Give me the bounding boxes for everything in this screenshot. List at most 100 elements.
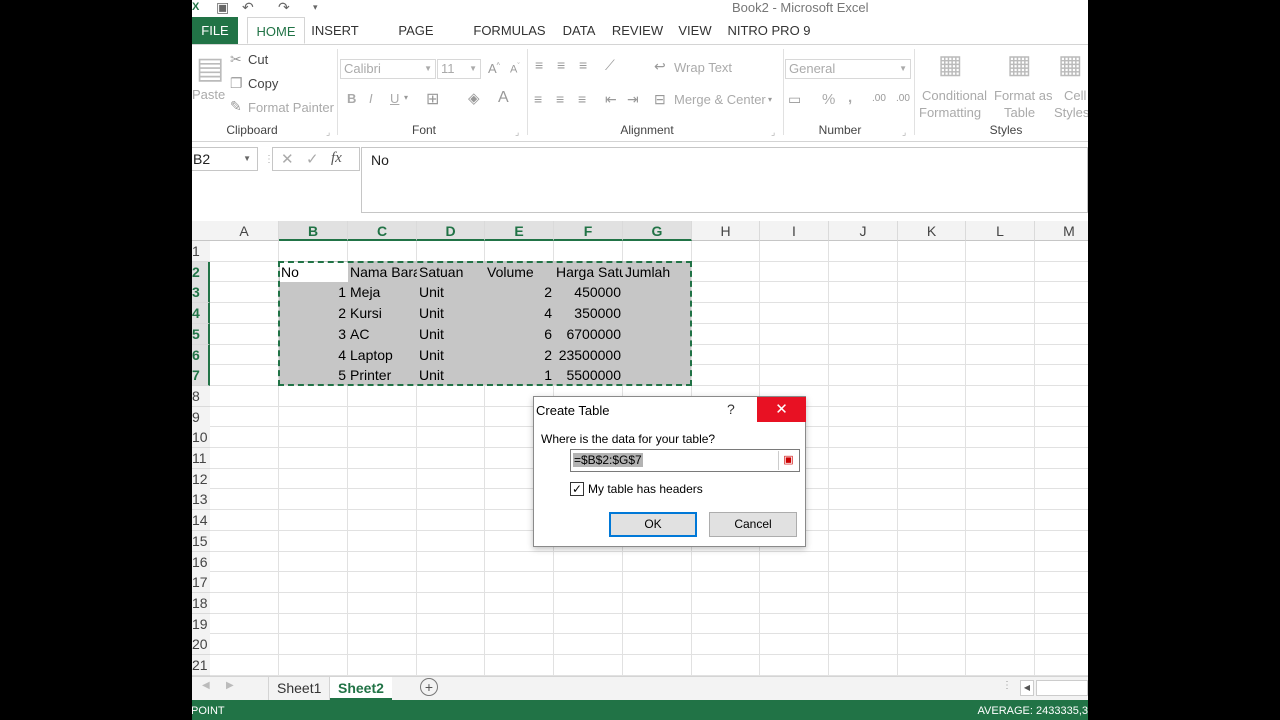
tab-view[interactable]: VIEW (675, 17, 715, 44)
paste-icon[interactable]: ▤ (196, 51, 224, 86)
tab-nitro-pro[interactable]: NITRO PRO 9 (727, 17, 811, 44)
row-header-19[interactable]: 19 (192, 613, 210, 635)
row-header-7[interactable]: 7 (192, 365, 210, 387)
column-header-g[interactable]: G (623, 221, 692, 241)
row-header-18[interactable]: 18 (192, 592, 210, 614)
bold-button[interactable]: B (347, 91, 356, 106)
formula-input[interactable]: No (361, 147, 1088, 213)
splitter-grip-icon[interactable]: ⋮ (1002, 680, 1012, 691)
cancel-entry-icon[interactable]: ✕ (281, 150, 294, 168)
conditional-formatting-icon[interactable]: ▦ (938, 49, 963, 80)
tab-insert[interactable]: INSERT (310, 17, 360, 44)
font-color-icon[interactable]: A (498, 89, 509, 107)
align-bottom-icon[interactable]: ≡ (579, 57, 587, 73)
column-header-i[interactable]: I (760, 221, 829, 241)
column-header-c[interactable]: C (348, 221, 417, 241)
row-header-3[interactable]: 3 (192, 282, 210, 304)
save-icon[interactable]: ▣ (216, 0, 229, 15)
decrease-indent-icon[interactable]: ⇤ (605, 91, 617, 108)
scroll-right-icon[interactable]: ▶ (226, 680, 234, 691)
center-icon[interactable]: ≡ (556, 91, 564, 107)
align-middle-icon[interactable]: ≡ (557, 57, 565, 73)
conditional-formatting-button-line2[interactable]: Formatting (919, 105, 981, 120)
range-input[interactable]: =$B$2:$G$7 ▣ (570, 449, 800, 472)
row-header-17[interactable]: 17 (192, 572, 210, 594)
tab-page-layout[interactable]: PAGE LAYOUT (372, 17, 460, 66)
wrap-text-button[interactable]: Wrap Text (674, 60, 732, 75)
merge-center-button[interactable]: Merge & Center (674, 92, 766, 107)
chevron-down-icon[interactable]: ▾ (768, 95, 772, 104)
column-header-m[interactable]: M (1035, 221, 1088, 241)
column-header-l[interactable]: L (966, 221, 1035, 241)
font-name-select[interactable]: Calibri ▼ (340, 59, 436, 79)
row-header-1[interactable]: 1 (192, 241, 210, 262)
name-box[interactable]: B2 ▼ (192, 147, 258, 171)
increase-indent-icon[interactable]: ⇥ (627, 91, 639, 108)
cell-styles-icon[interactable]: ▦ (1058, 49, 1083, 80)
italic-button[interactable]: I (369, 91, 373, 106)
row-header-14[interactable]: 14 (192, 510, 210, 532)
increase-decimal-icon[interactable]: .00 (872, 93, 886, 104)
borders-icon[interactable]: ⊞ (426, 89, 439, 109)
percent-style-button[interactable]: % (822, 91, 835, 108)
column-header-h[interactable]: H (692, 221, 760, 241)
align-left-icon[interactable]: ≡ (534, 91, 542, 107)
row-header-15[interactable]: 15 (192, 530, 210, 552)
font-launcher-icon[interactable]: ⌟ (515, 127, 519, 138)
column-header-k[interactable]: K (898, 221, 966, 241)
scroll-left-icon[interactable]: ◀ (202, 680, 210, 691)
shrink-font-icon[interactable]: Aˇ (510, 63, 520, 76)
row-header-8[interactable]: 8 (192, 385, 210, 407)
format-painter-button[interactable]: Format Painter (248, 100, 334, 115)
row-header-4[interactable]: 4 (192, 303, 210, 325)
ok-button[interactable]: OK (609, 512, 697, 537)
decrease-decimal-icon[interactable]: .00 (896, 93, 910, 104)
tab-formulas[interactable]: FORMULAS (472, 17, 547, 44)
row-header-2[interactable]: 2 (192, 261, 210, 283)
number-format-select[interactable]: General ▼ (785, 59, 911, 79)
cell-styles-button-line2[interactable]: Styles (1054, 105, 1088, 120)
orientation-icon[interactable]: ⟋ (605, 57, 615, 74)
number-launcher-icon[interactable]: ⌟ (902, 127, 906, 138)
column-header-b[interactable]: B (279, 221, 348, 241)
help-button[interactable]: ? (727, 401, 735, 417)
add-sheet-icon[interactable]: + (420, 678, 438, 696)
column-header-f[interactable]: F (554, 221, 623, 241)
align-right-icon[interactable]: ≡ (578, 91, 586, 107)
conditional-formatting-button[interactable]: Conditional (922, 88, 987, 103)
horizontal-scrollbar[interactable] (1036, 680, 1088, 696)
row-header-11[interactable]: 11 (192, 448, 210, 469)
format-as-table-icon[interactable]: ▦ (1007, 49, 1032, 80)
tab-home[interactable]: HOME (247, 17, 305, 44)
column-header-a[interactable]: A (210, 221, 279, 241)
row-header-21[interactable]: 21 (192, 655, 210, 676)
row-header-20[interactable]: 20 (192, 634, 210, 656)
hscroll-left-icon[interactable]: ◀ (1020, 680, 1034, 696)
collapse-dialog-icon[interactable]: ▣ (778, 451, 798, 470)
tab-file[interactable]: FILE (192, 17, 238, 44)
row-header-5[interactable]: 5 (192, 323, 210, 345)
sheet-tab-sheet2[interactable]: Sheet2 (330, 677, 392, 700)
alignment-launcher-icon[interactable]: ⌟ (771, 127, 775, 138)
column-header-j[interactable]: J (829, 221, 898, 241)
cancel-button[interactable]: Cancel (709, 512, 797, 537)
chevron-down-icon[interactable]: ▾ (404, 93, 408, 102)
select-all-corner[interactable] (192, 221, 210, 241)
undo-icon[interactable]: ↶ (242, 0, 254, 15)
insert-function-button[interactable]: fx (331, 150, 342, 167)
copy-button[interactable]: Copy (248, 76, 278, 91)
align-top-icon[interactable]: ≡ (535, 57, 543, 73)
accounting-format-icon[interactable]: ▭ (788, 91, 801, 108)
redo-icon[interactable]: ↷ (278, 0, 290, 15)
paste-button[interactable]: Paste (192, 87, 225, 102)
row-header-6[interactable]: 6 (192, 344, 210, 366)
tab-data[interactable]: DATA (558, 17, 600, 44)
column-header-e[interactable]: E (485, 221, 554, 241)
row-header-12[interactable]: 12 (192, 468, 210, 490)
row-header-10[interactable]: 10 (192, 427, 210, 449)
column-header-d[interactable]: D (417, 221, 485, 241)
row-header-9[interactable]: 9 (192, 406, 210, 428)
close-button[interactable]: ✕ (757, 397, 806, 422)
cut-button[interactable]: Cut (248, 52, 268, 67)
font-size-select[interactable]: 11 ▼ (437, 59, 481, 79)
